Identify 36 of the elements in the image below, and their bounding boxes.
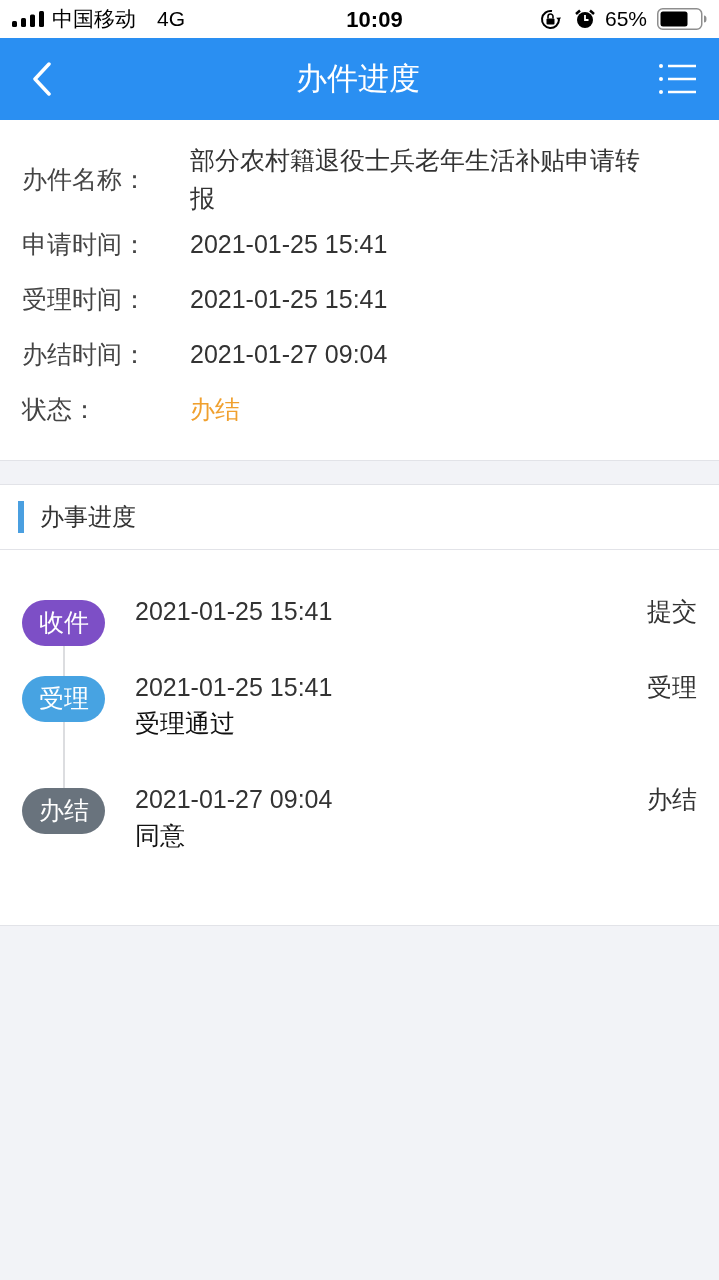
step-action: 办结: [647, 785, 697, 813]
rotation-lock-icon: [539, 8, 561, 30]
field-value: 2021-01-27 09:04: [190, 338, 389, 370]
battery-icon: [657, 8, 707, 30]
step-note: 受理通过: [135, 708, 236, 739]
step-action: 提交: [647, 597, 697, 625]
timeline-connector: [62, 646, 65, 676]
step-note: 同意: [135, 820, 186, 851]
clock-time: 10:09: [346, 5, 403, 34]
step-time: 2021-01-27 09:04: [135, 784, 334, 815]
field-label: 办结时间：: [22, 338, 148, 370]
step-badge: 收件: [22, 600, 105, 646]
field-label: 受理时间：: [22, 283, 148, 315]
section-title: 办事进度: [40, 502, 136, 532]
section-accent-bar: [18, 501, 24, 533]
signal-bars-icon: [12, 11, 45, 27]
chevron-left-icon: [32, 62, 52, 96]
step-action: 受理: [647, 673, 697, 701]
field-label: 办件名称：: [22, 164, 148, 195]
page-title: 办件进度: [295, 59, 420, 98]
timeline-connector: [62, 722, 65, 788]
field-label: 申请时间：: [22, 228, 148, 260]
field-label: 状态：: [22, 393, 98, 425]
carrier-name: 中国移动: [52, 6, 136, 33]
step-badge: 受理: [22, 676, 105, 722]
step-badge: 办结: [22, 788, 105, 834]
step-time: 2021-01-25 15:41: [135, 672, 334, 703]
status-value: 办结: [190, 393, 241, 425]
alarm-clock-icon: [574, 9, 595, 29]
field-value: 部分农村籍退役士兵老年生活补贴申请转报: [190, 145, 641, 214]
network-type: 4G: [157, 6, 185, 33]
field-value: 2021-01-25 15:41: [190, 283, 389, 315]
field-value: 2021-01-25 15:41: [190, 228, 389, 260]
menu-icon: [658, 63, 696, 95]
step-time: 2021-01-25 15:41: [135, 596, 334, 627]
battery-percentage: 65%: [604, 6, 647, 33]
